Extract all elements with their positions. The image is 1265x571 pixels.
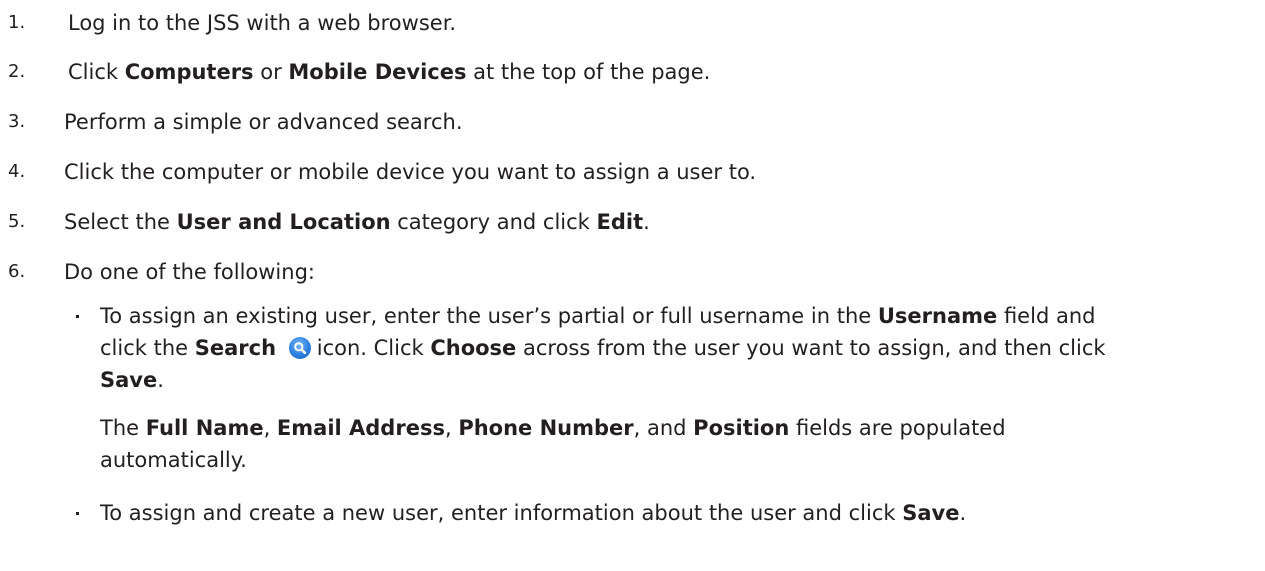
step-6: 6. Do one of the following: [0, 255, 1265, 289]
step-4: 4. Click the computer or mobile device y… [0, 155, 1265, 189]
step-number: 3. [8, 111, 26, 132]
bullet-line: To assign and create a new user, enter i… [100, 501, 967, 525]
step-number: 4. [8, 161, 26, 182]
bullet-dot [76, 512, 79, 515]
step-text: Do one of the following: [64, 260, 315, 284]
step-number: 1. [8, 12, 26, 33]
step-number: 2. [8, 61, 26, 82]
bullet-line: automatically. [100, 448, 247, 472]
bullet-line: The Full Name, Email Address, Phone Numb… [100, 416, 1006, 440]
step-text: Select the User and Location category an… [64, 210, 650, 234]
step-3: 3. Perform a simple or advanced search. [0, 105, 1265, 139]
bullet-line: To assign an existing user, enter the us… [100, 304, 1096, 328]
step-text: Perform a simple or advanced search. [64, 110, 463, 134]
step-5: 5. Select the User and Location category… [0, 205, 1265, 239]
bullet-dot [76, 315, 79, 318]
bullet-line: Save. [100, 368, 164, 392]
step-2: 2. Click Computers or Mobile Devices at … [0, 55, 1265, 89]
bullet-line: click the Search icon. Click Choose acro… [100, 336, 1106, 360]
step-text: Click Computers or Mobile Devices at the… [68, 60, 711, 84]
document-page: 1. Log in to the JSS with a web browser.… [0, 0, 1265, 571]
search-icon [288, 337, 311, 359]
step-text: Click the computer or mobile device you … [64, 160, 757, 184]
step-number: 5. [8, 211, 26, 232]
step-1: 1. Log in to the JSS with a web browser. [0, 6, 1265, 40]
step-text: Log in to the JSS with a web browser. [68, 11, 457, 35]
step-number: 6. [8, 261, 26, 282]
